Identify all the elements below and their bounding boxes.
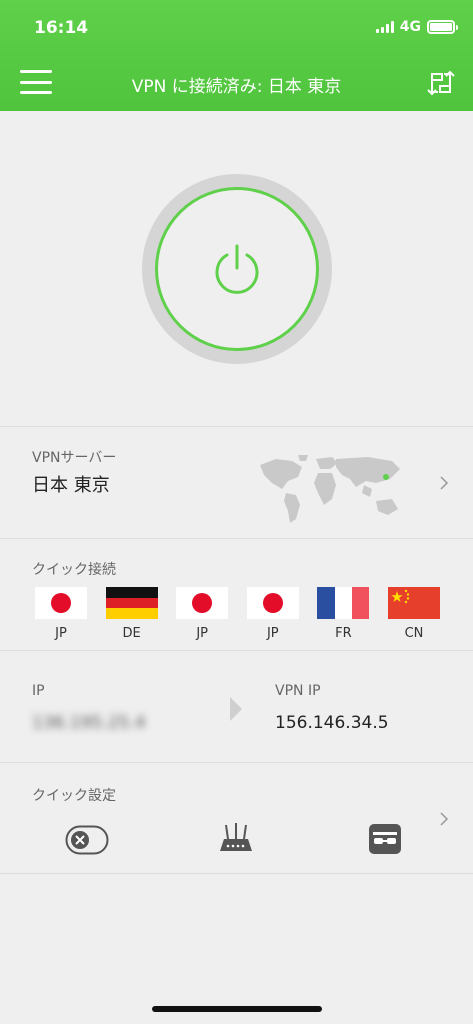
block-toggle-icon[interactable] <box>65 825 109 855</box>
incognito-icon[interactable] <box>368 823 402 855</box>
quick-connect-fr[interactable]: FR <box>317 587 370 641</box>
power-button[interactable] <box>155 187 319 351</box>
quick-settings-row[interactable]: クイック設定 <box>0 762 473 874</box>
vpn-server-row[interactable]: VPNサーバー 日本 東京 <box>0 426 473 538</box>
home-indicator[interactable] <box>152 1006 322 1012</box>
chevron-right-icon <box>440 812 449 826</box>
status-time: 16:14 <box>34 18 89 38</box>
flag-code: JP <box>55 626 67 641</box>
flag-code: JP <box>266 626 279 641</box>
signal-icon <box>375 21 394 33</box>
vpn-server-name: 日本 東京 <box>32 475 110 496</box>
quick-connect-section: クイック接続 JP DE JP JP FR CN <box>0 538 473 650</box>
router-icon[interactable] <box>218 821 254 857</box>
power-icon <box>215 244 259 294</box>
battery-icon <box>427 20 458 34</box>
quick-connect-de[interactable]: DE <box>105 587 158 641</box>
connection-status-title: VPN に接続済み: 日本 東京 <box>131 77 342 97</box>
quick-settings-label: クイック設定 <box>32 788 116 804</box>
server-switch-icon[interactable] <box>427 70 455 96</box>
japan-flag-icon <box>246 587 299 619</box>
germany-flag-icon <box>105 587 158 619</box>
france-flag-icon <box>317 587 370 619</box>
quick-connect-jp-1[interactable]: JP <box>35 587 87 641</box>
flag-code: DE <box>122 626 141 641</box>
quick-connect-flags: JP DE JP JP FR CN <box>35 587 440 641</box>
quick-connect-label: クイック接続 <box>32 562 116 578</box>
quick-connect-jp-3[interactable]: JP <box>246 587 299 641</box>
real-ip-value: 136.195.25.4 <box>32 713 146 733</box>
flag-code: CN <box>404 626 424 641</box>
world-map-icon <box>260 455 400 523</box>
flag-code: FR <box>335 626 352 641</box>
japan-flag-icon <box>35 587 87 619</box>
quick-connect-cn[interactable]: CN <box>387 587 440 641</box>
japan-flag-icon <box>176 587 229 619</box>
power-button-ring <box>142 174 332 364</box>
china-flag-icon <box>387 587 440 619</box>
quick-connect-jp-2[interactable]: JP <box>176 587 229 641</box>
network-type: 4G <box>399 19 421 35</box>
ip-label: IP <box>32 683 45 699</box>
status-indicators: 4G <box>375 19 458 35</box>
flag-code: JP <box>196 626 209 641</box>
top-bar: 16:14 4G VPN に接続済み: 日本 東京 <box>0 0 473 111</box>
chevron-right-icon <box>440 476 449 490</box>
vpn-ip-value: 156.146.34.5 <box>275 713 389 733</box>
vpn-ip-label: VPN IP <box>275 683 321 699</box>
vpn-server-label: VPNサーバー <box>32 450 117 466</box>
ip-section: IP 136.195.25.4 VPN IP 156.146.34.5 <box>0 650 473 762</box>
arrow-right-icon <box>230 697 242 721</box>
